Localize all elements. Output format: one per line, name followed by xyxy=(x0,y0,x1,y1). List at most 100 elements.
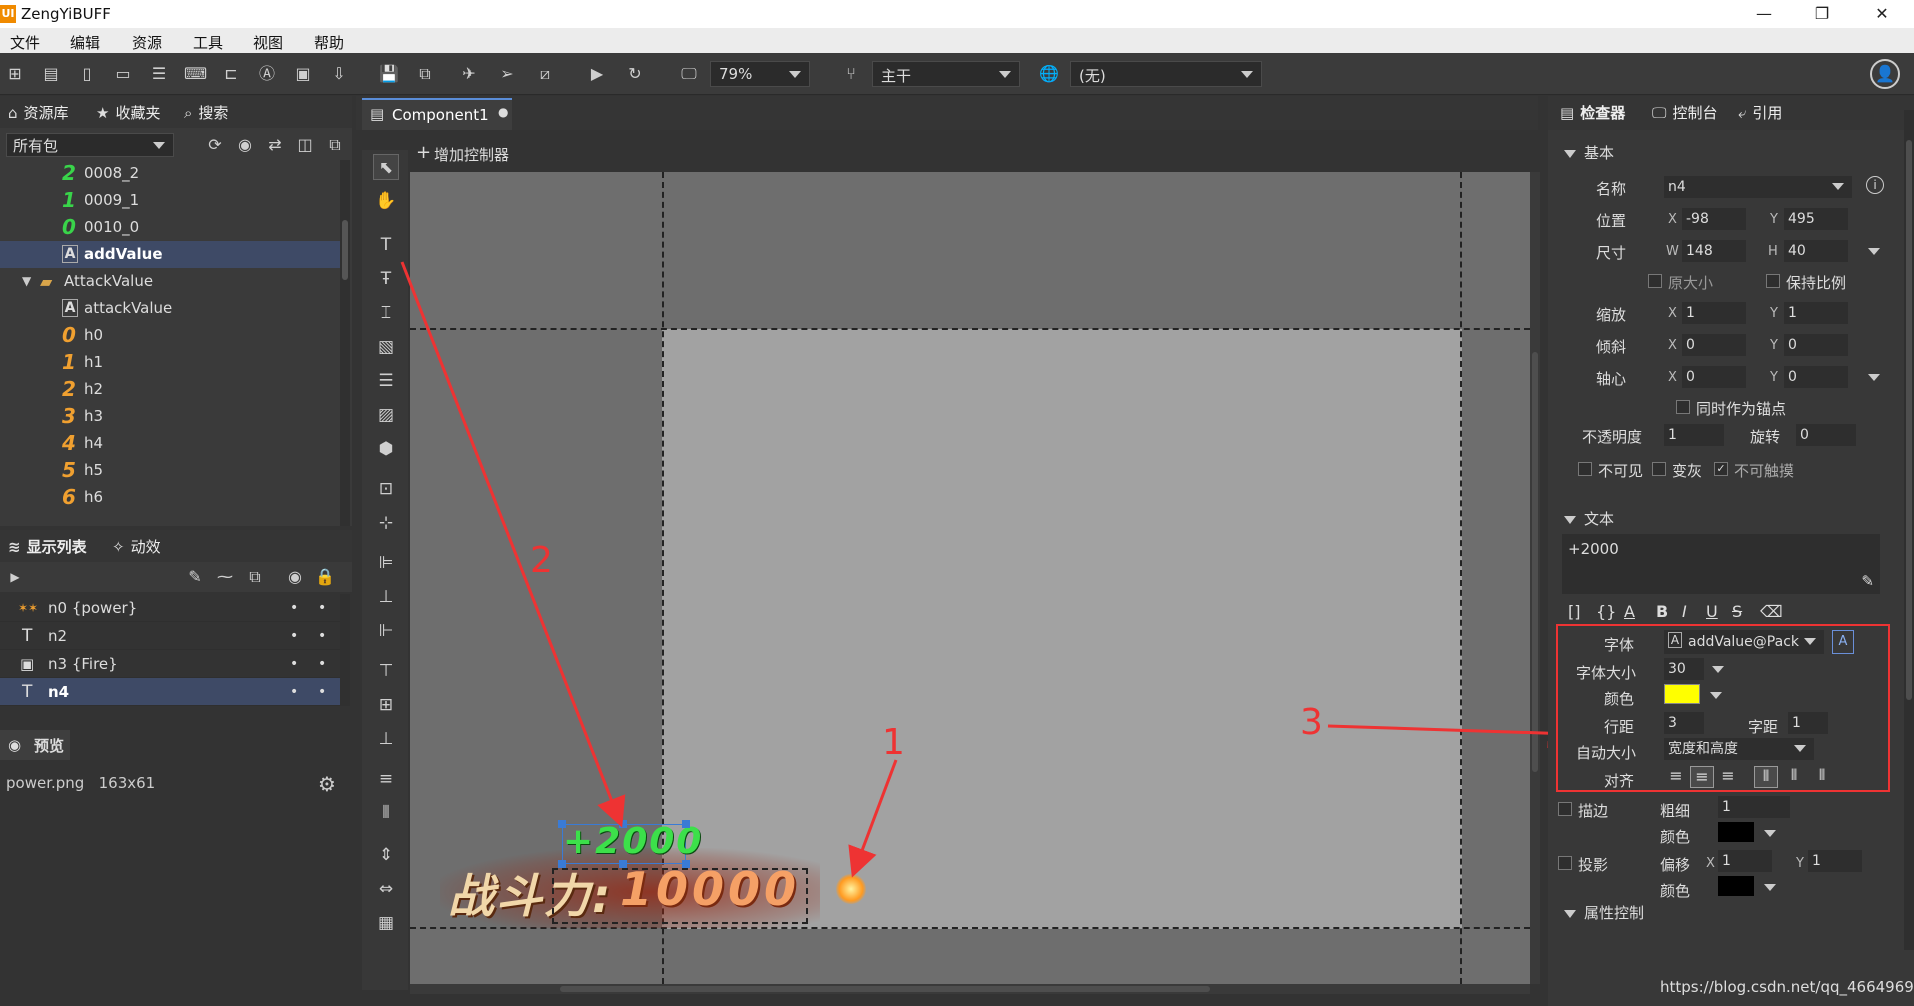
color-label: 颜色 xyxy=(1604,690,1635,708)
stroke-color-dropdown-icon[interactable] xyxy=(1764,830,1776,837)
text-format-toolbar: [] {} A B I U S ⌫ xyxy=(1562,602,1812,626)
gray-checkbox[interactable] xyxy=(1652,462,1666,476)
text-content-field[interactable]: +2000 ✎ xyxy=(1562,534,1880,594)
size-dropdown-icon[interactable] xyxy=(1868,248,1880,255)
color-dropdown-icon[interactable] xyxy=(1710,692,1722,699)
keep-ratio-checkbox[interactable] xyxy=(1766,274,1780,288)
axis-y: Y xyxy=(1770,306,1778,321)
stroke-label: 描边 xyxy=(1578,802,1609,820)
section-text[interactable]: 文本 xyxy=(1564,508,1614,529)
section-basic[interactable]: 基本 xyxy=(1564,142,1614,163)
font-size-field[interactable]: 30 xyxy=(1664,658,1704,680)
shadow-label: 投影 xyxy=(1578,856,1609,874)
text-color-swatch[interactable] xyxy=(1664,684,1700,704)
inspector-scrollbar[interactable] xyxy=(1904,110,1914,950)
info-icon[interactable]: i xyxy=(1866,176,1884,194)
skew-label: 倾斜 xyxy=(1596,338,1627,356)
position-label: 位置 xyxy=(1596,212,1627,230)
valign-top-icon[interactable]: ⦀ xyxy=(1754,766,1778,788)
valign-middle-icon[interactable]: ⦀ xyxy=(1782,766,1806,788)
annotation-arrow-1 xyxy=(848,759,898,878)
valign-bottom-icon[interactable]: ⦀ xyxy=(1810,766,1834,788)
pivot-dropdown-icon[interactable] xyxy=(1868,374,1880,381)
rotation-field[interactable]: 0 xyxy=(1796,424,1856,446)
font-picker-icon[interactable]: A xyxy=(1832,630,1854,654)
axis-y: Y xyxy=(1796,856,1804,871)
height-field[interactable]: 40 xyxy=(1784,240,1848,262)
align-right-icon[interactable]: ≡ xyxy=(1716,766,1740,788)
as-anchor-label: 同时作为锚点 xyxy=(1696,400,1787,418)
pivot-y-field[interactable]: 0 xyxy=(1784,366,1848,388)
brace-icon[interactable]: {} xyxy=(1596,602,1616,621)
edit-text-icon[interactable]: ✎ xyxy=(1861,572,1874,590)
monitor-icon: 🖵 xyxy=(1652,104,1667,122)
scale-y-field[interactable]: 1 xyxy=(1784,302,1848,324)
original-size-checkbox[interactable] xyxy=(1648,274,1662,288)
tab-console[interactable]: 🖵 控制台 xyxy=(1652,102,1717,123)
italic-icon[interactable]: I xyxy=(1682,602,1687,621)
original-size-label: 原大小 xyxy=(1668,274,1714,292)
width-field[interactable]: 148 xyxy=(1682,240,1746,262)
tab-references[interactable]: ⤶ 引用 xyxy=(1738,102,1782,123)
shadow-color-dropdown-icon[interactable] xyxy=(1764,884,1776,891)
pivot-x-field[interactable]: 0 xyxy=(1682,366,1746,388)
skew-y-field[interactable]: 0 xyxy=(1784,334,1848,356)
pivot-label: 轴心 xyxy=(1596,370,1627,388)
bracket-icon[interactable]: [] xyxy=(1568,602,1580,621)
font-color-icon[interactable]: A xyxy=(1624,602,1635,621)
annotation-number-2: 2 xyxy=(530,540,553,581)
stroke-thickness-label: 粗细 xyxy=(1660,802,1691,820)
shadow-y-field[interactable]: 1 xyxy=(1808,850,1862,872)
invisible-label: 不可见 xyxy=(1598,462,1644,480)
leading-field[interactable]: 3 xyxy=(1664,712,1704,734)
eraser-icon[interactable]: ⌫ xyxy=(1760,602,1783,621)
annotation-arrow-2 xyxy=(400,261,626,828)
strikethrough-icon[interactable]: S xyxy=(1732,602,1742,621)
name-field[interactable]: n4 xyxy=(1664,176,1852,198)
invisible-checkbox[interactable] xyxy=(1578,462,1592,476)
auto-size-select[interactable]: 宽度和高度 xyxy=(1664,738,1814,760)
axis-x: X xyxy=(1668,338,1677,353)
shadow-color-label: 颜色 xyxy=(1660,882,1691,900)
as-anchor-checkbox[interactable] xyxy=(1676,400,1690,414)
font-field[interactable]: AaddValue@Pack xyxy=(1664,630,1824,654)
stroke-checkbox[interactable] xyxy=(1558,802,1572,816)
inspector-tabs: ▤ 检查器 🖵 控制台 ⤶ 引用 xyxy=(1548,96,1914,130)
shadow-checkbox[interactable] xyxy=(1558,856,1572,870)
tab-inspector[interactable]: ▤ 检查器 xyxy=(1560,102,1625,123)
stroke-color-label: 颜色 xyxy=(1660,828,1691,846)
shadow-x-field[interactable]: 1 xyxy=(1718,850,1772,872)
alpha-field[interactable]: 1 xyxy=(1664,424,1724,446)
section-property-control[interactable]: 属性控制 xyxy=(1564,902,1644,923)
annotation-number-1: 1 xyxy=(882,722,905,763)
scale-x-field[interactable]: 1 xyxy=(1682,302,1746,324)
letter-spacing-field[interactable]: 1 xyxy=(1788,712,1828,734)
annotation-number-3: 3 xyxy=(1300,702,1323,743)
watermark: https://blog.csdn.net/qq_46649692 xyxy=(1660,978,1914,996)
underline-icon[interactable]: U xyxy=(1706,602,1718,621)
untouchable-checkbox[interactable]: ✓ xyxy=(1714,462,1728,476)
axis-x: X xyxy=(1668,306,1677,321)
skew-x-field[interactable]: 0 xyxy=(1682,334,1746,356)
stroke-thickness-field[interactable]: 1 xyxy=(1718,796,1790,818)
scale-label: 缩放 xyxy=(1596,306,1627,324)
axis-y: Y xyxy=(1770,370,1778,385)
bold-icon[interactable]: B xyxy=(1656,602,1668,621)
auto-size-label: 自动大小 xyxy=(1576,744,1637,762)
font-size-dropdown-icon[interactable] xyxy=(1712,666,1724,673)
font-size-label: 字体大小 xyxy=(1576,664,1637,682)
inspector-icon: ▤ xyxy=(1560,104,1575,122)
align-left-icon[interactable]: ≡ xyxy=(1664,766,1688,788)
alpha-label: 不透明度 xyxy=(1582,428,1643,446)
stroke-color-swatch[interactable] xyxy=(1718,822,1754,842)
align-label: 对齐 xyxy=(1604,772,1635,790)
shadow-offset-label: 偏移 xyxy=(1660,856,1691,874)
shadow-color-swatch[interactable] xyxy=(1718,876,1754,896)
axis-y: Y xyxy=(1770,338,1778,353)
position-x-field[interactable]: -98 xyxy=(1682,208,1746,230)
align-center-icon[interactable]: ≡ xyxy=(1690,766,1714,788)
font-file-icon: A xyxy=(1668,632,1682,648)
axis-y: Y xyxy=(1770,212,1778,227)
leading-label: 行距 xyxy=(1604,718,1635,736)
position-y-field[interactable]: 495 xyxy=(1784,208,1848,230)
